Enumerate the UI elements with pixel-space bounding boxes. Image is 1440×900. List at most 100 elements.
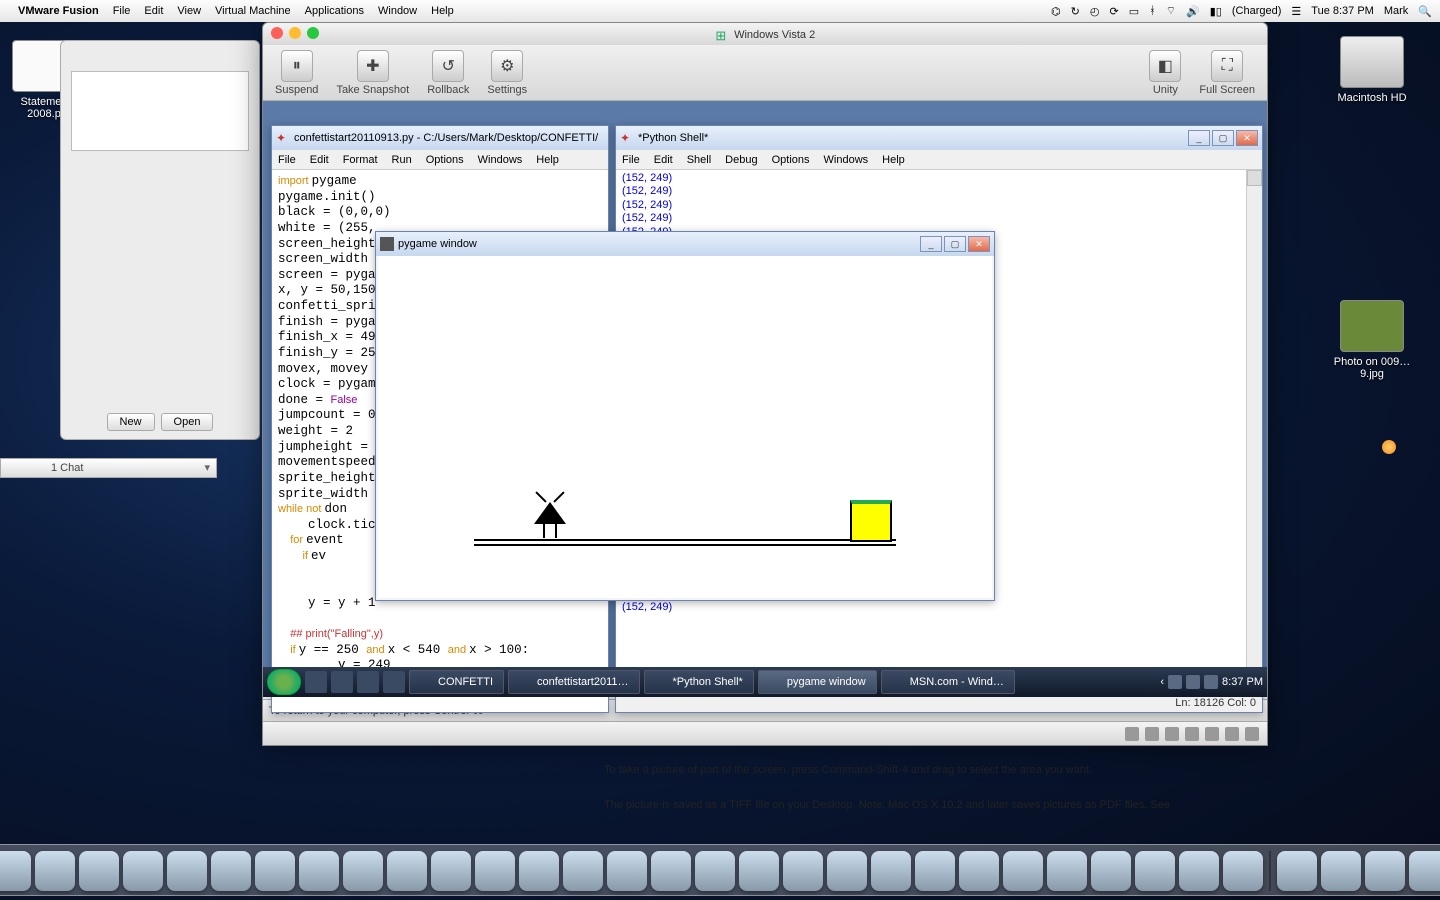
status-battery-icon[interactable]: ▮▯ — [1210, 5, 1222, 18]
dock-app-icon[interactable] — [959, 851, 999, 891]
dock-folder-icon[interactable] — [1365, 851, 1405, 891]
minimize-button[interactable]: _ — [920, 236, 942, 252]
dock-appstore-icon[interactable] — [123, 851, 163, 891]
menu-applications[interactable]: Applications — [305, 5, 364, 17]
dock-app-icon[interactable] — [915, 851, 955, 891]
taskbar-task-pygame[interactable]: pygame window — [758, 670, 877, 694]
dock-safari-icon[interactable] — [299, 851, 339, 891]
close-button[interactable]: ✕ — [1236, 130, 1258, 146]
tray-clock[interactable]: 8:37 PM — [1222, 676, 1263, 688]
idle-menu-windows[interactable]: Windows — [478, 154, 523, 166]
idle-menu-options[interactable]: Options — [426, 154, 464, 166]
full-screen-button[interactable]: ⛶Full Screen — [1199, 50, 1255, 96]
vm-status-usb-icon[interactable] — [1205, 727, 1219, 741]
chat-dropdown[interactable]: 1 Chat — [0, 458, 217, 478]
menu-virtual-machine[interactable]: Virtual Machine — [215, 5, 291, 17]
shell-menu-options[interactable]: Options — [772, 154, 810, 166]
shell-titlebar[interactable]: *Python Shell* _ ▢ ✕ — [616, 126, 1262, 150]
dock-ichat-icon[interactable] — [519, 851, 559, 891]
start-button[interactable] — [267, 669, 301, 695]
menu-file[interactable]: File — [113, 5, 131, 17]
dock-minecraft-icon[interactable] — [1223, 851, 1263, 891]
idle-menu-format[interactable]: Format — [343, 154, 378, 166]
status-clock-icon[interactable]: ◴ — [1090, 5, 1100, 18]
dock-chrome-icon[interactable] — [387, 851, 427, 891]
scrollbar[interactable] — [1246, 170, 1262, 690]
dock-textedit-icon[interactable] — [783, 851, 823, 891]
dock-photobooth-icon[interactable] — [651, 851, 691, 891]
menu-window[interactable]: Window — [378, 5, 417, 17]
quicklaunch-show-desktop[interactable] — [305, 671, 327, 693]
shell-menu-help[interactable]: Help — [882, 154, 905, 166]
dock-terminal-icon[interactable] — [739, 851, 779, 891]
dock-documents-icon[interactable] — [1321, 851, 1361, 891]
idle-menu-edit[interactable]: Edit — [310, 154, 329, 166]
settings-button[interactable]: ⚙Settings — [487, 50, 527, 96]
dock-itunes-icon[interactable] — [431, 851, 471, 891]
scroll-up-button[interactable] — [1247, 170, 1262, 186]
maximize-button[interactable]: ▢ — [1212, 130, 1234, 146]
rollback-button[interactable]: ↺Rollback — [427, 50, 469, 96]
pygame-canvas[interactable] — [378, 256, 992, 598]
dock-mail-icon[interactable] — [167, 851, 207, 891]
shell-menu-shell[interactable]: Shell — [687, 154, 711, 166]
open-button[interactable]: Open — [161, 413, 214, 431]
status-bluetooth-icon[interactable]: ᚼ — [1149, 5, 1156, 17]
idle-titlebar[interactable]: confettistart20110913.py - C:/Users/Mark… — [272, 126, 608, 150]
spotlight-icon[interactable]: 🔍 — [1418, 5, 1432, 18]
shell-menu-debug[interactable]: Debug — [725, 154, 757, 166]
dock-app-icon[interactable] — [1179, 851, 1219, 891]
menu-edit[interactable]: Edit — [144, 5, 163, 17]
tray-icon[interactable] — [1168, 675, 1182, 689]
dock-app-icon[interactable] — [1135, 851, 1175, 891]
dock-app-icon[interactable] — [1003, 851, 1043, 891]
dock-preview-icon[interactable] — [475, 851, 515, 891]
dock-skype-icon[interactable] — [563, 851, 603, 891]
idle-menu-help[interactable]: Help — [536, 154, 559, 166]
dock-trash-icon[interactable] — [1409, 851, 1440, 891]
dock-vmware-icon[interactable] — [695, 851, 735, 891]
menu-view[interactable]: View — [177, 5, 201, 17]
status-display-icon[interactable]: ▭ — [1129, 5, 1139, 18]
vm-status-display-icon[interactable] — [1245, 727, 1259, 741]
dock-launchpad-icon[interactable] — [35, 851, 75, 891]
vm-status-bluetooth-icon[interactable] — [1165, 727, 1179, 741]
vm-status-net-icon[interactable] — [1185, 727, 1199, 741]
suspend-button[interactable]: ⏸Suspend — [275, 50, 318, 96]
shell-menu-windows[interactable]: Windows — [824, 154, 869, 166]
dock-finder-icon[interactable] — [0, 851, 31, 891]
menu-help[interactable]: Help — [431, 5, 454, 17]
taskbar-task-msn[interactable]: MSN.com - Wind… — [881, 670, 1015, 694]
tray-volume-icon[interactable] — [1204, 675, 1218, 689]
dock-app-icon[interactable] — [871, 851, 911, 891]
app-name[interactable]: VMware Fusion — [18, 5, 99, 17]
unity-button[interactable]: ◧Unity — [1149, 50, 1181, 96]
minimize-button[interactable]: _ — [1188, 130, 1210, 146]
desktop-icon-photo[interactable]: Photo on 009…9.jpg — [1332, 300, 1412, 380]
vm-thumbnail[interactable] — [71, 71, 249, 151]
quicklaunch-media[interactable] — [383, 671, 405, 693]
pygame-titlebar[interactable]: pygame window _ ▢ ✕ — [376, 232, 994, 256]
dock-firefox-icon[interactable] — [343, 851, 383, 891]
status-sync-icon[interactable]: ↻ — [1071, 5, 1080, 18]
tray-network-icon[interactable] — [1186, 675, 1200, 689]
dock-ical-icon[interactable] — [211, 851, 251, 891]
taskbar-task-confettistart[interactable]: confettistart2011… — [508, 670, 640, 694]
vmware-window-titlebar[interactable]: Windows Vista 2 — [263, 23, 1267, 45]
status-dropbox-icon[interactable]: ⌬ — [1051, 5, 1061, 18]
desktop-icon-macintosh-hd[interactable]: Macintosh HD — [1332, 36, 1412, 104]
taskbar-task-confetti[interactable]: CONFETTI — [409, 670, 504, 694]
take-snapshot-button[interactable]: ✚Take Snapshot — [336, 50, 409, 96]
idle-menu-run[interactable]: Run — [392, 154, 412, 166]
status-timemachine-icon[interactable]: ⟳ — [1109, 5, 1118, 18]
dock-app-icon[interactable] — [1091, 851, 1131, 891]
idle-menu-file[interactable]: File — [278, 154, 296, 166]
quicklaunch-switch-windows[interactable] — [331, 671, 353, 693]
new-button[interactable]: New — [107, 413, 155, 431]
close-button[interactable] — [271, 27, 283, 39]
vm-status-cd-icon[interactable] — [1145, 727, 1159, 741]
tray-chevron-icon[interactable]: ‹ — [1160, 676, 1164, 688]
dock-sysprefs-icon[interactable] — [255, 851, 295, 891]
minimize-button[interactable] — [289, 27, 301, 39]
vm-status-hd-icon[interactable] — [1125, 727, 1139, 741]
